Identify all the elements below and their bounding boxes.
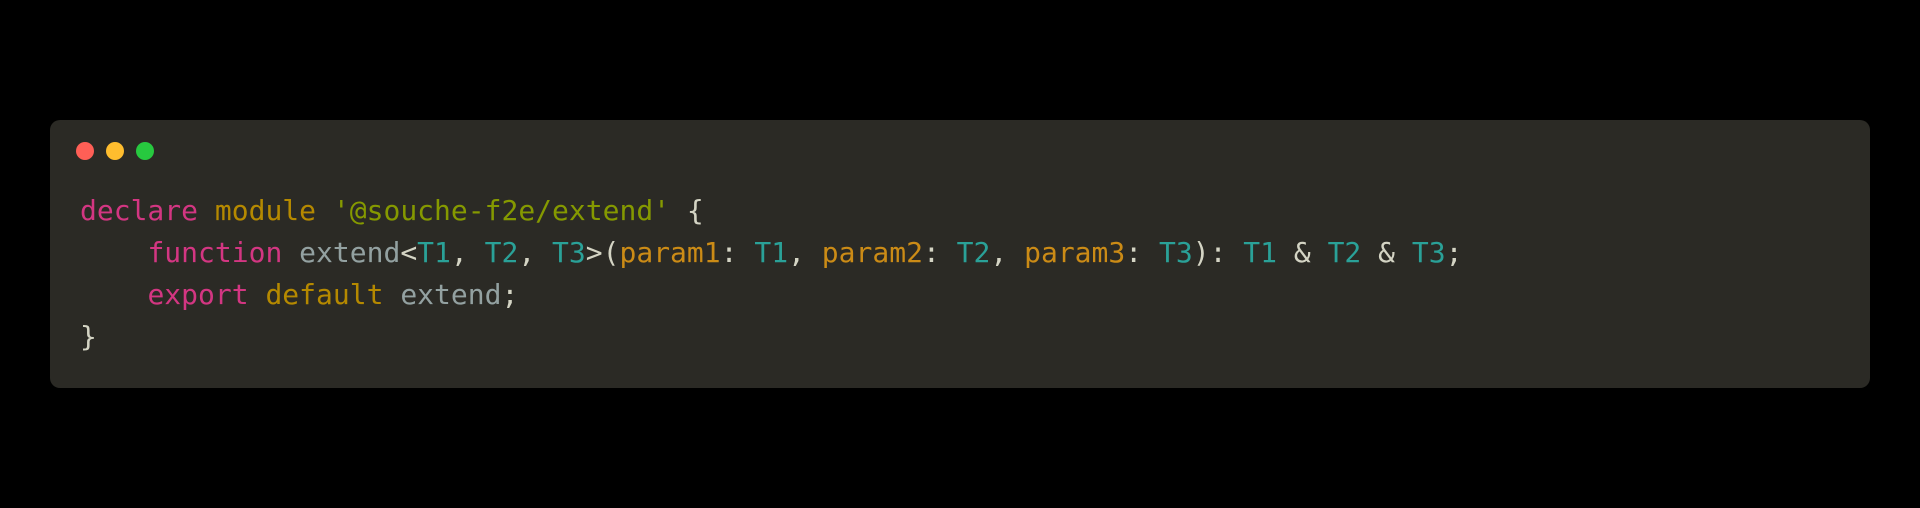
- function-name: extend: [299, 236, 400, 269]
- open-brace: {: [670, 194, 704, 227]
- keyword-module: module: [215, 194, 316, 227]
- open-paren: (: [603, 236, 620, 269]
- close-icon: [76, 142, 94, 160]
- colon: :: [923, 236, 957, 269]
- return-type-t2: T2: [1328, 236, 1362, 269]
- colon: :: [1125, 236, 1159, 269]
- param-type-t2: T2: [957, 236, 991, 269]
- window-controls: [50, 120, 1870, 170]
- param-type-t1: T1: [754, 236, 788, 269]
- close-brace: }: [80, 320, 97, 353]
- param2: param2: [822, 236, 923, 269]
- close-paren: ): [1193, 236, 1210, 269]
- comma: ,: [990, 236, 1024, 269]
- indent: [80, 278, 147, 311]
- comma: ,: [451, 236, 485, 269]
- param3: param3: [1024, 236, 1125, 269]
- keyword-export: export: [147, 278, 248, 311]
- semicolon: ;: [501, 278, 518, 311]
- comma: ,: [518, 236, 552, 269]
- keyword-declare: declare: [80, 194, 198, 227]
- colon-return: :: [1210, 236, 1244, 269]
- ampersand: &: [1277, 236, 1328, 269]
- ampersand: &: [1361, 236, 1412, 269]
- indent: [80, 236, 147, 269]
- code-window: declare module '@souche-f2e/extend' { fu…: [50, 120, 1870, 388]
- keyword-default: default: [265, 278, 383, 311]
- type-t3: T3: [552, 236, 586, 269]
- type-t2: T2: [485, 236, 519, 269]
- param-type-t3: T3: [1159, 236, 1193, 269]
- greater-than: >: [586, 236, 603, 269]
- less-than: <: [400, 236, 417, 269]
- comma: ,: [788, 236, 822, 269]
- colon: :: [721, 236, 755, 269]
- type-t1: T1: [417, 236, 451, 269]
- export-name: extend: [400, 278, 501, 311]
- return-type-t3: T3: [1412, 236, 1446, 269]
- code-content: declare module '@souche-f2e/extend' { fu…: [50, 170, 1870, 388]
- return-type-t1: T1: [1243, 236, 1277, 269]
- param1: param1: [619, 236, 720, 269]
- module-name: '@souche-f2e/extend': [333, 194, 670, 227]
- semicolon: ;: [1446, 236, 1463, 269]
- maximize-icon: [136, 142, 154, 160]
- minimize-icon: [106, 142, 124, 160]
- keyword-function: function: [147, 236, 282, 269]
